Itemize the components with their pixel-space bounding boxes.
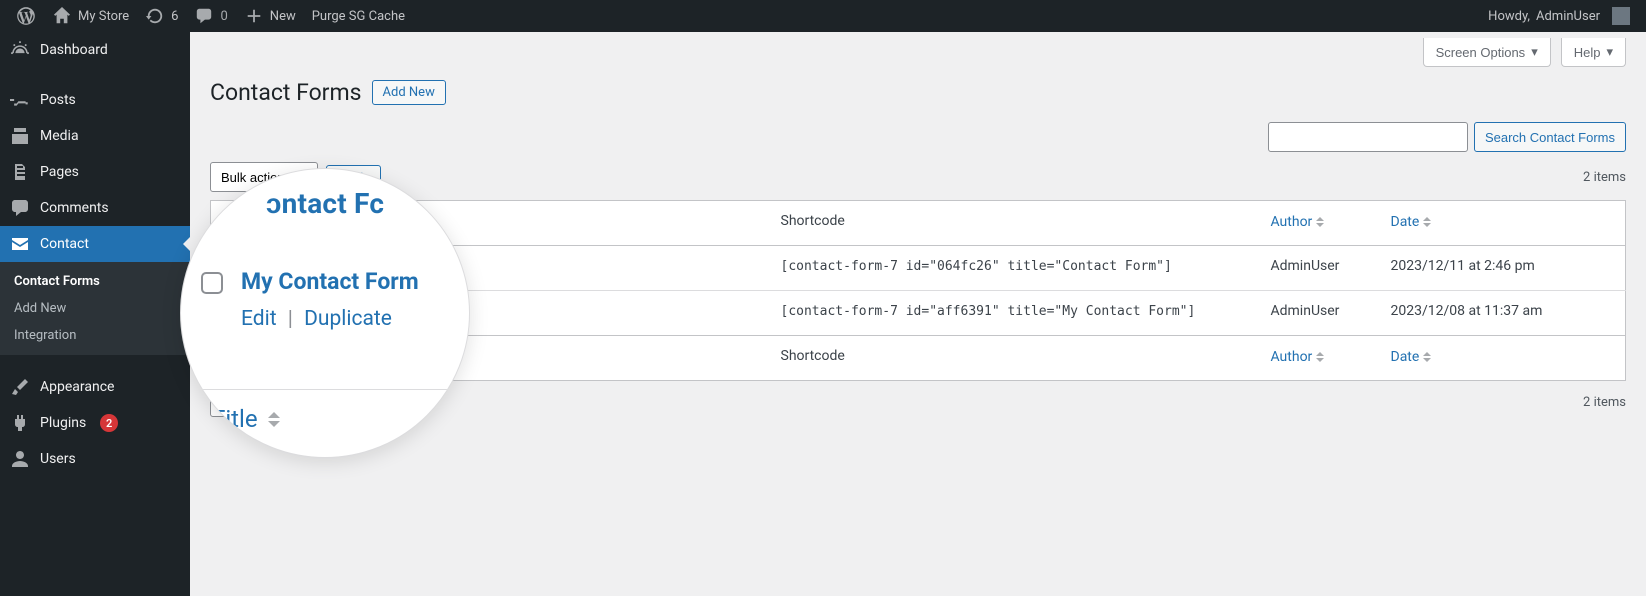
avatar (1612, 7, 1630, 25)
home-icon (52, 6, 72, 26)
site-name: My Store (78, 9, 129, 24)
screen-options-toggle[interactable]: Screen Options ▾ (1423, 38, 1551, 67)
submenu-contact: Contact Forms Add New Integration (0, 262, 190, 355)
sidebar-item-contact[interactable]: Contact (0, 226, 190, 262)
submenu-item-contact-forms[interactable]: Contact Forms (0, 268, 190, 295)
wordpress-icon (16, 6, 36, 26)
sort-icon (268, 406, 280, 433)
sidebar-item-label: Media (40, 128, 79, 144)
sidebar-item-label: Dashboard (40, 42, 108, 58)
comments-icon (10, 198, 30, 218)
new-content-link[interactable]: New (236, 0, 304, 32)
sidebar-item-pages[interactable]: Pages (0, 154, 190, 190)
plug-icon (10, 413, 30, 433)
brush-icon (10, 377, 30, 397)
chevron-down-icon: ▾ (1606, 44, 1613, 60)
sidebar-item-appearance[interactable]: Appearance (0, 369, 190, 405)
author-column-header[interactable]: Author (1271, 213, 1325, 231)
row-date: 2023/12/11 at 2:46 pm (1381, 246, 1626, 291)
zoom-lens-overlay: ɔntact Fc My Contact Form Edit | Duplica… (180, 168, 470, 458)
shortcode-column-header: Shortcode (771, 201, 1261, 246)
sidebar-item-plugins[interactable]: Plugins 2 (0, 405, 190, 441)
search-button[interactable]: Search Contact Forms (1474, 122, 1626, 152)
wp-logo[interactable] (8, 0, 44, 32)
plus-icon (244, 6, 264, 26)
zoom-row-checkbox[interactable] (201, 272, 223, 294)
envelope-icon (10, 234, 30, 254)
zoom-row-title-link[interactable]: My Contact Form (241, 268, 419, 295)
row-author: AdminUser (1261, 246, 1381, 291)
pin-icon (10, 90, 30, 110)
updates-icon (145, 6, 165, 26)
sidebar-item-comments[interactable]: Comments (0, 190, 190, 226)
zoom-duplicate-link[interactable]: Duplicate (304, 307, 392, 331)
sidebar-item-posts[interactable]: Posts (0, 82, 190, 118)
sidebar-item-dashboard[interactable]: Dashboard (0, 32, 190, 68)
sort-icon (1423, 213, 1431, 231)
sidebar-item-label: Plugins (40, 415, 86, 431)
submenu-item-integration[interactable]: Integration (0, 322, 190, 349)
sidebar-item-label: Comments (40, 200, 109, 216)
sort-icon (1316, 348, 1324, 366)
date-column-footer[interactable]: Date (1391, 348, 1432, 366)
purge-cache-label: Purge SG Cache (312, 9, 405, 24)
updates-count: 6 (171, 9, 178, 24)
shortcode-column-footer: Shortcode (771, 336, 1261, 381)
row-shortcode: [contact-form-7 id="064fc26" title="Cont… (781, 259, 1172, 274)
howdy-prefix: Howdy, (1488, 9, 1530, 24)
comments-icon (194, 6, 214, 26)
sidebar-item-label: Posts (40, 92, 76, 108)
items-count-top: 2 items (1583, 170, 1626, 185)
admin-sidebar: Dashboard Posts Media Pages Comments Con… (0, 32, 190, 596)
zoom-action-separator: | (288, 307, 293, 331)
account-username: AdminUser (1536, 9, 1600, 24)
media-icon (10, 126, 30, 146)
dashboard-icon (10, 40, 30, 60)
account-link[interactable]: Howdy, AdminUser (1480, 0, 1638, 32)
row-author: AdminUser (1261, 291, 1381, 336)
site-name-link[interactable]: My Store (44, 0, 137, 32)
date-column-header[interactable]: Date (1391, 213, 1432, 231)
new-content-label: New (270, 9, 296, 24)
updates-link[interactable]: 6 (137, 0, 186, 32)
sidebar-item-label: Pages (40, 164, 79, 180)
comments-link[interactable]: 0 (186, 0, 235, 32)
row-date: 2023/12/08 at 11:37 am (1381, 291, 1626, 336)
sidebar-item-label: Users (40, 451, 76, 467)
sort-icon (1423, 348, 1431, 366)
sort-icon (1316, 213, 1324, 231)
help-toggle[interactable]: Help ▾ (1561, 38, 1626, 67)
plugins-update-badge: 2 (100, 414, 118, 432)
sidebar-item-users[interactable]: Users (0, 441, 190, 477)
user-icon (10, 449, 30, 469)
sidebar-item-label: Appearance (40, 379, 114, 395)
author-column-footer[interactable]: Author (1271, 348, 1325, 366)
zoom-title-fragment: ɔntact Fc (266, 187, 384, 220)
search-input[interactable] (1268, 122, 1468, 152)
zoom-edit-link[interactable]: Edit (241, 307, 277, 331)
comments-count: 0 (220, 9, 227, 24)
sidebar-item-label: Contact (40, 236, 89, 252)
purge-cache-link[interactable]: Purge SG Cache (304, 0, 413, 32)
pages-icon (10, 162, 30, 182)
add-new-button[interactable]: Add New (372, 80, 446, 105)
row-shortcode: [contact-form-7 id="aff6391" title="My C… (781, 304, 1196, 319)
submenu-item-add-new[interactable]: Add New (0, 295, 190, 322)
admin-bar: My Store 6 0 New Purge SG Cache Howdy, A… (0, 0, 1646, 32)
items-count-bottom: 2 items (1583, 395, 1626, 410)
zoom-footer-title[interactable]: Title (211, 405, 258, 433)
sidebar-item-media[interactable]: Media (0, 118, 190, 154)
chevron-down-icon: ▾ (1531, 44, 1538, 60)
page-title: Contact Forms (210, 79, 362, 106)
